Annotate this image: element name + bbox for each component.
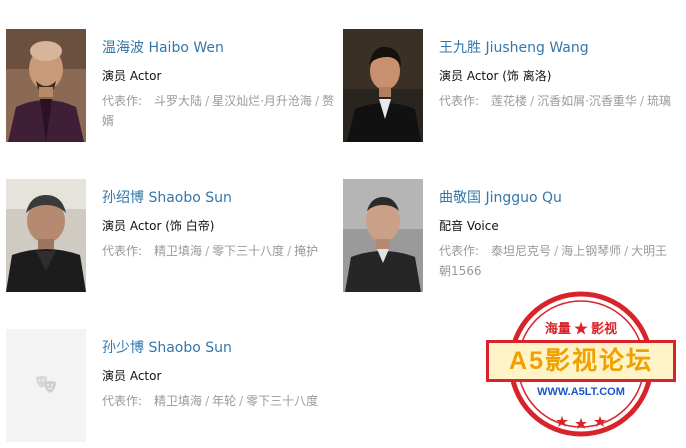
representative-works: 代表作: 精卫填海 / 年轮 / 零下三十八度 — [102, 391, 340, 411]
stamp-url: WWW.A5LT.COM — [537, 386, 625, 398]
work-link[interactable]: 年轮 — [212, 394, 236, 408]
actor-name-link[interactable]: 温海波 Haibo Wen — [102, 37, 224, 57]
actor-name-link[interactable]: 曲敬国 Jingguo Qu — [439, 187, 562, 207]
works-label: 代表作: — [439, 244, 480, 258]
actor-role: 演员 Actor (饰 白帝) — [102, 219, 215, 233]
separator: / — [624, 244, 629, 258]
stamp-top-text: 海量 ★ 影视 — [544, 321, 618, 336]
work-link[interactable]: 莲花楼 — [491, 94, 527, 108]
representative-works: 代表作: 莲花楼 / 沉香如屑·沉香重华 / 琉璃 — [439, 91, 677, 111]
actor-name-link[interactable]: 王九胜 Jiusheng Wang — [439, 37, 589, 57]
work-link[interactable]: 海上钢琴师 — [561, 244, 621, 258]
actor-photo[interactable] — [343, 29, 423, 142]
actor-photo-image — [343, 179, 423, 292]
work-link[interactable]: 零下三十八度 — [246, 394, 318, 408]
separator: / — [205, 394, 210, 408]
theater-masks-icon — [36, 376, 56, 393]
separator: / — [205, 94, 210, 108]
works-label: 代表作: — [102, 394, 143, 408]
stamp-banner: A5影视论坛 — [486, 340, 676, 382]
separator: / — [554, 244, 559, 258]
work-link[interactable]: 零下三十八度 — [212, 244, 284, 258]
work-link[interactable]: 精卫填海 — [154, 244, 202, 258]
separator: / — [314, 94, 319, 108]
representative-works: 代表作: 精卫填海 / 零下三十八度 / 掩护 — [102, 241, 340, 261]
separator: / — [530, 94, 535, 108]
actor-photo[interactable] — [6, 179, 86, 292]
actor-role: 演员 Actor — [102, 69, 162, 83]
stamp-circle-icon — [508, 291, 654, 437]
actor-name-link[interactable]: 孙少博 Shaobo Sun — [102, 337, 232, 357]
representative-works: 代表作: 泰坦尼克号 / 海上钢琴师 / 大明王朝1566 — [439, 241, 677, 281]
work-link[interactable]: 琉璃 — [647, 94, 671, 108]
actor-role: 演员 Actor (饰 离洛) — [439, 69, 552, 83]
actor-photo-image — [6, 29, 86, 142]
separator: / — [205, 244, 210, 258]
actor-photo[interactable] — [343, 179, 423, 292]
actor-photo-image — [6, 179, 86, 292]
watermark-stamp: 海量 ★ 影视 A5影视论坛 WWW.A5LT.COM — [484, 288, 678, 440]
works-label: 代表作: — [439, 94, 480, 108]
actor-photo-image — [343, 29, 423, 142]
actor-name-link[interactable]: 孙绍博 Shaobo Sun — [102, 187, 232, 207]
works-label: 代表作: — [102, 244, 143, 258]
works-label: 代表作: — [102, 94, 143, 108]
work-link[interactable]: 星汉灿烂·月升沧海 — [212, 94, 312, 108]
representative-works: 代表作: 斗罗大陆 / 星汉灿烂·月升沧海 / 赘婿 — [102, 91, 340, 131]
work-link[interactable]: 斗罗大陆 — [154, 94, 202, 108]
separator: / — [239, 394, 244, 408]
separator: / — [639, 94, 644, 108]
work-link[interactable]: 精卫填海 — [154, 394, 202, 408]
actor-role: 演员 Actor — [102, 369, 162, 383]
actor-role: 配音 Voice — [439, 219, 499, 233]
work-link[interactable]: 沉香如屑·沉香重华 — [537, 94, 637, 108]
actor-photo-placeholder[interactable] — [6, 329, 86, 442]
actor-photo[interactable] — [6, 29, 86, 142]
work-link[interactable]: 掩护 — [294, 244, 318, 258]
separator: / — [287, 244, 292, 258]
work-link[interactable]: 泰坦尼克号 — [491, 244, 551, 258]
